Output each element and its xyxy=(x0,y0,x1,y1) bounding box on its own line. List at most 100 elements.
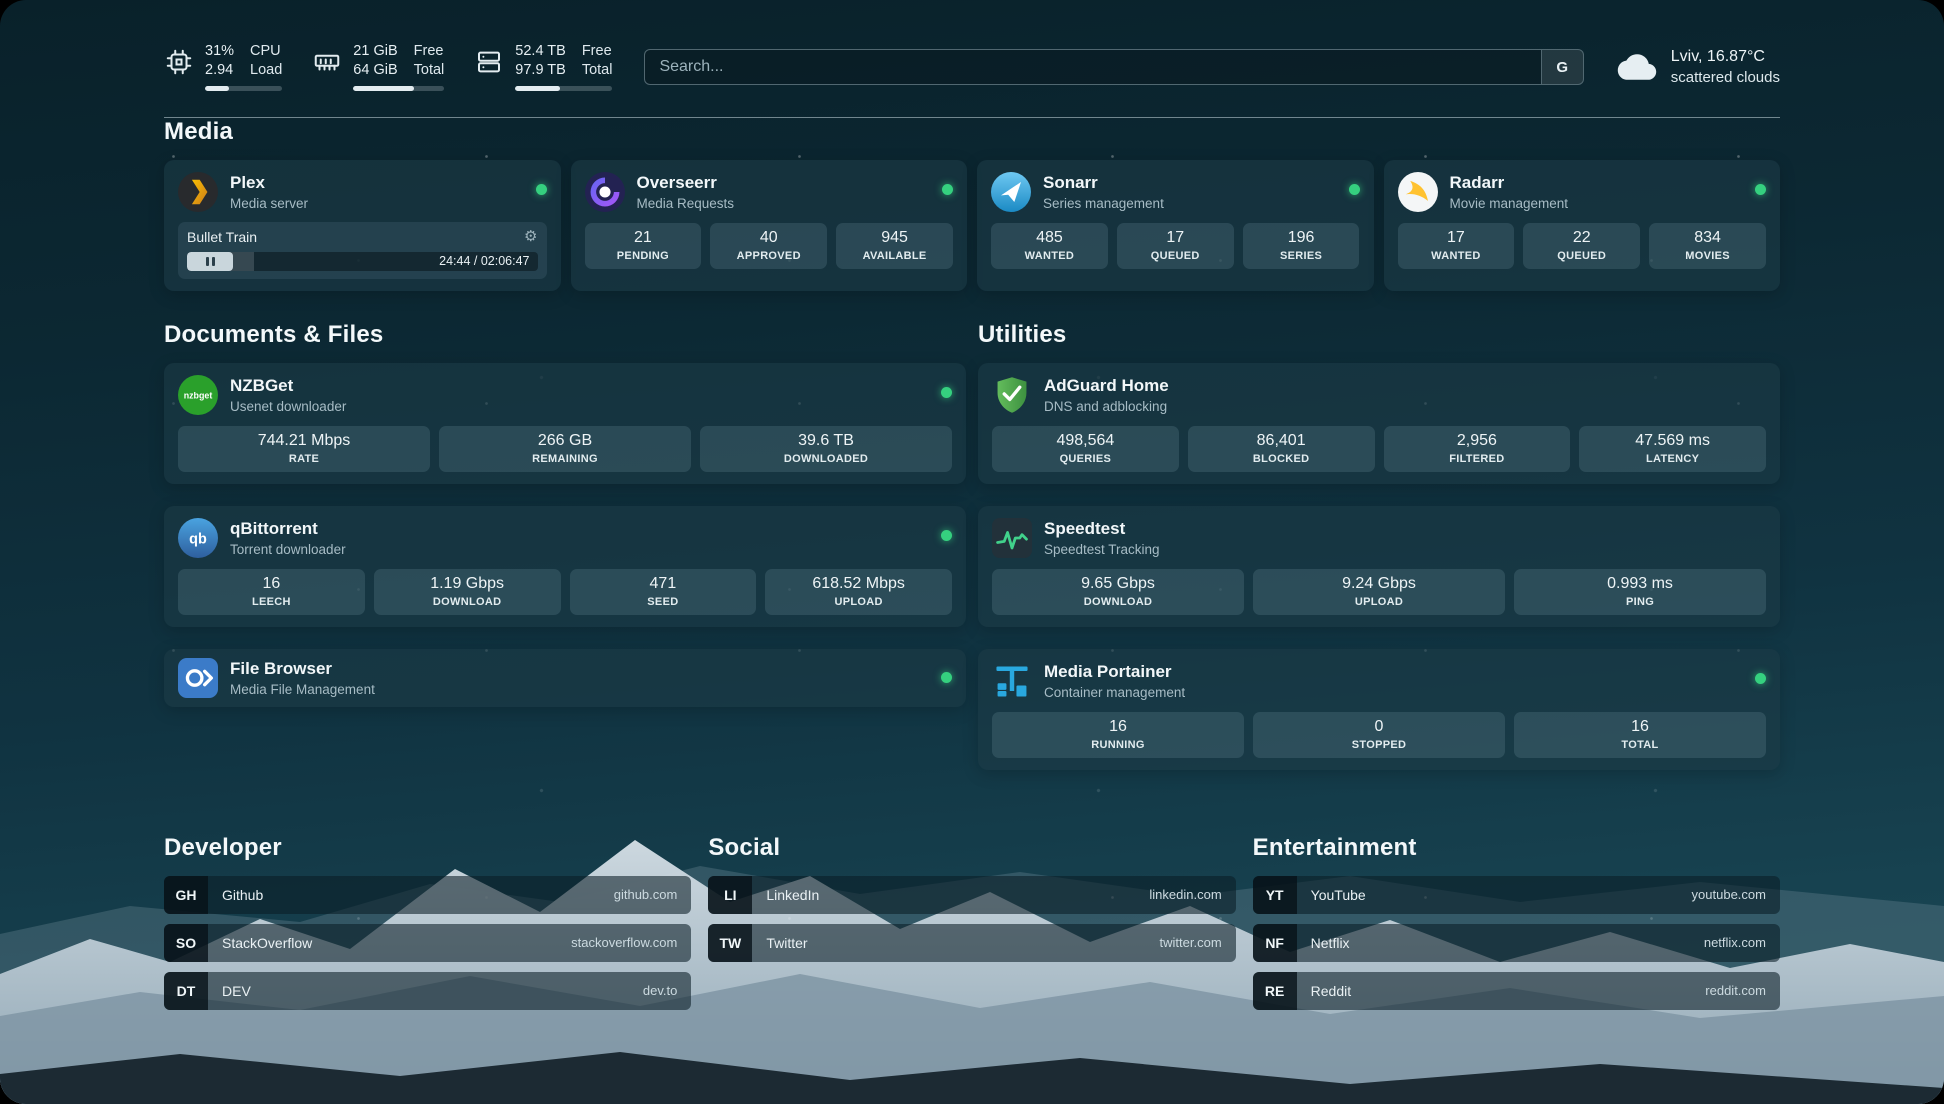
stat-value: 0 xyxy=(1375,718,1384,736)
app-card-overseerr[interactable]: Overseerr Media Requests 21 PENDING 40 A… xyxy=(571,160,968,291)
stat-pending: 21 PENDING xyxy=(585,223,702,269)
bookmark-abbr: NF xyxy=(1253,924,1297,962)
app-card-adguard[interactable]: AdGuard Home DNS and adblocking 498,564 … xyxy=(978,363,1780,484)
stat-approved: 40 APPROVED xyxy=(710,223,827,269)
stat-value: 266 GB xyxy=(538,432,592,450)
playback-progress-bar[interactable]: 24:44 / 02:06:47 xyxy=(187,252,538,271)
app-subtitle: Usenet downloader xyxy=(230,399,346,414)
ram-icon xyxy=(312,47,342,77)
bookmark-github[interactable]: GH Github github.com xyxy=(164,876,691,914)
stat-value: 21 xyxy=(634,229,652,247)
app-subtitle: Media File Management xyxy=(230,682,375,697)
search-input[interactable] xyxy=(645,50,1540,84)
stat-label: QUERIES xyxy=(1060,453,1112,465)
weather-location: Lviv, 16.87°C xyxy=(1671,48,1780,66)
bookmark-youtube[interactable]: YT YouTube youtube.com xyxy=(1253,876,1780,914)
cloud-icon xyxy=(1616,51,1658,83)
stat-label: UPLOAD xyxy=(1355,596,1403,608)
stat-rate: 744.21 Mbps RATE xyxy=(178,426,430,472)
bookmark-url: stackoverflow.com xyxy=(571,935,677,950)
app-card-filebrowser[interactable]: File Browser Media File Management xyxy=(164,649,966,707)
status-indicator xyxy=(536,184,547,195)
speedtest-icon xyxy=(992,518,1032,558)
gear-icon[interactable]: ⚙ xyxy=(524,229,537,244)
stat-label: PING xyxy=(1626,596,1654,608)
app-card-qbittorrent[interactable]: qb qBittorrent Torrent downloader 16 LEE… xyxy=(164,506,966,627)
app-card-radarr[interactable]: Radarr Movie management 17 WANTED 22 QUE… xyxy=(1384,160,1781,291)
bookmark-name: Netflix xyxy=(1311,935,1350,951)
stat-value: 22 xyxy=(1573,229,1591,247)
search-bar: G xyxy=(644,49,1583,85)
stat-movies: 834 MOVIES xyxy=(1649,223,1766,269)
svg-text:nzbget: nzbget xyxy=(184,390,213,400)
status-indicator xyxy=(942,184,953,195)
bookmark-url: dev.to xyxy=(643,983,677,998)
stat-value: 47.569 ms xyxy=(1635,432,1710,450)
stat-label: LEECH xyxy=(252,596,291,608)
cpu-percent: 31% xyxy=(205,44,234,60)
stat-label: UPLOAD xyxy=(835,596,883,608)
stat-value: 16 xyxy=(262,575,280,593)
bookmark-abbr: RE xyxy=(1253,972,1297,1010)
svg-text:qb: qb xyxy=(189,531,207,547)
app-name: Sonarr xyxy=(1043,173,1164,193)
adguard-icon xyxy=(992,375,1032,415)
stat-label: QUEUED xyxy=(1557,250,1606,262)
bookmark-name: DEV xyxy=(222,983,251,999)
search-engine-button[interactable]: G xyxy=(1541,50,1583,84)
stat-label: SERIES xyxy=(1280,250,1322,262)
status-indicator xyxy=(941,387,952,398)
app-card-nzbget[interactable]: nzbget NZBGet Usenet downloader 744.21 M… xyxy=(164,363,966,484)
stat-queries: 498,564 QUERIES xyxy=(992,426,1179,472)
stat-value: 945 xyxy=(881,229,908,247)
app-name: Overseerr xyxy=(637,173,735,193)
entertainment-bookmarks: Entertainment YT YouTube youtube.com NF … xyxy=(1253,834,1780,1020)
stat-value: 17 xyxy=(1447,229,1465,247)
stat-label: AVAILABLE xyxy=(863,250,927,262)
bookmark-twitter[interactable]: TW Twitter twitter.com xyxy=(708,924,1235,962)
bookmark-abbr: TW xyxy=(708,924,752,962)
disk-free-label: Free xyxy=(582,44,613,60)
bookmark-stackoverflow[interactable]: SO StackOverflow stackoverflow.com xyxy=(164,924,691,962)
bookmark-linkedin[interactable]: LI LinkedIn linkedin.com xyxy=(708,876,1235,914)
app-name: qBittorrent xyxy=(230,519,346,539)
app-card-speedtest[interactable]: Speedtest Speedtest Tracking 9.65 Gbps D… xyxy=(978,506,1780,627)
stat-value: 9.24 Gbps xyxy=(1342,575,1416,593)
bookmark-netflix[interactable]: NF Netflix netflix.com xyxy=(1253,924,1780,962)
stat-value: 834 xyxy=(1694,229,1721,247)
stat-value: 1.19 Gbps xyxy=(430,575,504,593)
app-subtitle: Media server xyxy=(230,196,308,211)
app-subtitle: Media Requests xyxy=(637,196,735,211)
bookmark-abbr: GH xyxy=(164,876,208,914)
app-subtitle: Series management xyxy=(1043,196,1164,211)
stat-label: REMAINING xyxy=(532,453,598,465)
status-indicator xyxy=(941,530,952,541)
cpu-label: CPU xyxy=(250,44,282,60)
stat-download: 9.65 Gbps DOWNLOAD xyxy=(992,569,1244,615)
status-indicator xyxy=(941,672,952,683)
section-title-entertainment: Entertainment xyxy=(1253,834,1780,862)
pause-button[interactable] xyxy=(187,252,233,271)
bookmark-name: Twitter xyxy=(766,935,807,951)
overseerr-icon xyxy=(585,172,625,212)
stat-value: 16 xyxy=(1109,718,1127,736)
app-name: File Browser xyxy=(230,659,375,679)
stat-value: 471 xyxy=(650,575,677,593)
stat-value: 196 xyxy=(1288,229,1315,247)
disk-progress-fill xyxy=(515,86,560,91)
stat-label: SEED xyxy=(647,596,678,608)
stat-available: 945 AVAILABLE xyxy=(836,223,953,269)
stat-label: MOVIES xyxy=(1685,250,1730,262)
app-card-plex[interactable]: Plex Media server Bullet Train ⚙ 24:44 /… xyxy=(164,160,561,291)
app-card-portainer[interactable]: Media Portainer Container management 16 … xyxy=(978,649,1780,770)
stat-label: BLOCKED xyxy=(1253,453,1310,465)
stat-value: 86,401 xyxy=(1257,432,1306,450)
section-title-developer: Developer xyxy=(164,834,691,862)
stat-label: FILTERED xyxy=(1449,453,1504,465)
stat-label: LATENCY xyxy=(1646,453,1699,465)
utilities-column: Utilities AdGuard Home xyxy=(978,321,1780,792)
bookmark-reddit[interactable]: RE Reddit reddit.com xyxy=(1253,972,1780,1010)
ram-total-label: Total xyxy=(414,63,445,79)
bookmark-dev[interactable]: DT DEV dev.to xyxy=(164,972,691,1010)
app-card-sonarr[interactable]: Sonarr Series management 485 WANTED 17 Q… xyxy=(977,160,1374,291)
